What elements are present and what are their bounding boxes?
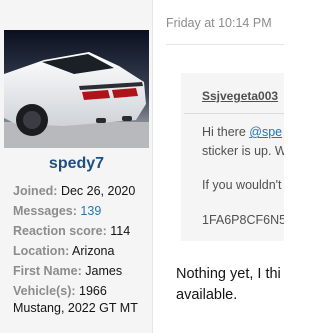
user-mention-link[interactable]: @spe	[249, 125, 282, 139]
user-info-panel: spedy7 Joined: Dec 26, 2020 Messages: 13…	[0, 0, 153, 333]
stat-messages: Messages: 139	[13, 201, 148, 221]
quote-line: sticker is up. W	[202, 144, 284, 158]
stat-label: Messages:	[13, 204, 77, 218]
message-content: Friday at 10:14 PM Ssjvegeta003 Hi there…	[153, 0, 284, 333]
quote-text: Hi there	[202, 125, 250, 139]
stat-vehicles: Vehicle(s): 1966 Mustang, 2022 GT MT	[13, 283, 148, 317]
avatar[interactable]	[4, 30, 149, 148]
stat-label: Vehicle(s):	[13, 284, 76, 298]
quote-author-link[interactable]: Ssjvegeta003	[202, 89, 278, 103]
messages-count-link[interactable]: 139	[80, 204, 101, 218]
user-stats: Joined: Dec 26, 2020 Messages: 139 React…	[13, 181, 148, 317]
stat-label: Location:	[13, 244, 70, 258]
quote-line: If you wouldn't	[202, 178, 282, 192]
post-timestamp[interactable]: Friday at 10:14 PM	[166, 16, 272, 30]
stat-label: First Name:	[13, 264, 82, 278]
post-body-line: Nothing yet, I thi	[176, 266, 281, 282]
stat-value: James	[85, 264, 123, 278]
stat-location: Location: Arizona	[13, 241, 148, 261]
stat-label: Joined:	[13, 184, 58, 198]
stat-first-name: First Name: James	[13, 261, 148, 281]
header-divider	[166, 44, 284, 45]
quote-line: 1FA6P8CF6N5	[202, 213, 284, 227]
quote-line: Hi there @spe	[202, 125, 282, 139]
username-link[interactable]: spedy7	[0, 155, 153, 173]
stat-value: 114	[110, 224, 131, 238]
car-photo	[4, 30, 149, 148]
quote-block[interactable]: Ssjvegeta003 Hi there @spe sticker is up…	[181, 73, 284, 241]
quote-divider	[184, 113, 284, 114]
stat-value: Dec 26, 2020	[60, 184, 136, 198]
stat-joined: Joined: Dec 26, 2020	[13, 181, 148, 201]
stat-reaction-score: Reaction score: 114	[13, 221, 148, 241]
stat-value: Arizona	[72, 244, 115, 258]
post-body: Nothing yet, I thi available.	[176, 264, 281, 306]
post-body-line: available.	[176, 287, 238, 303]
stat-label: Reaction score:	[13, 224, 107, 238]
